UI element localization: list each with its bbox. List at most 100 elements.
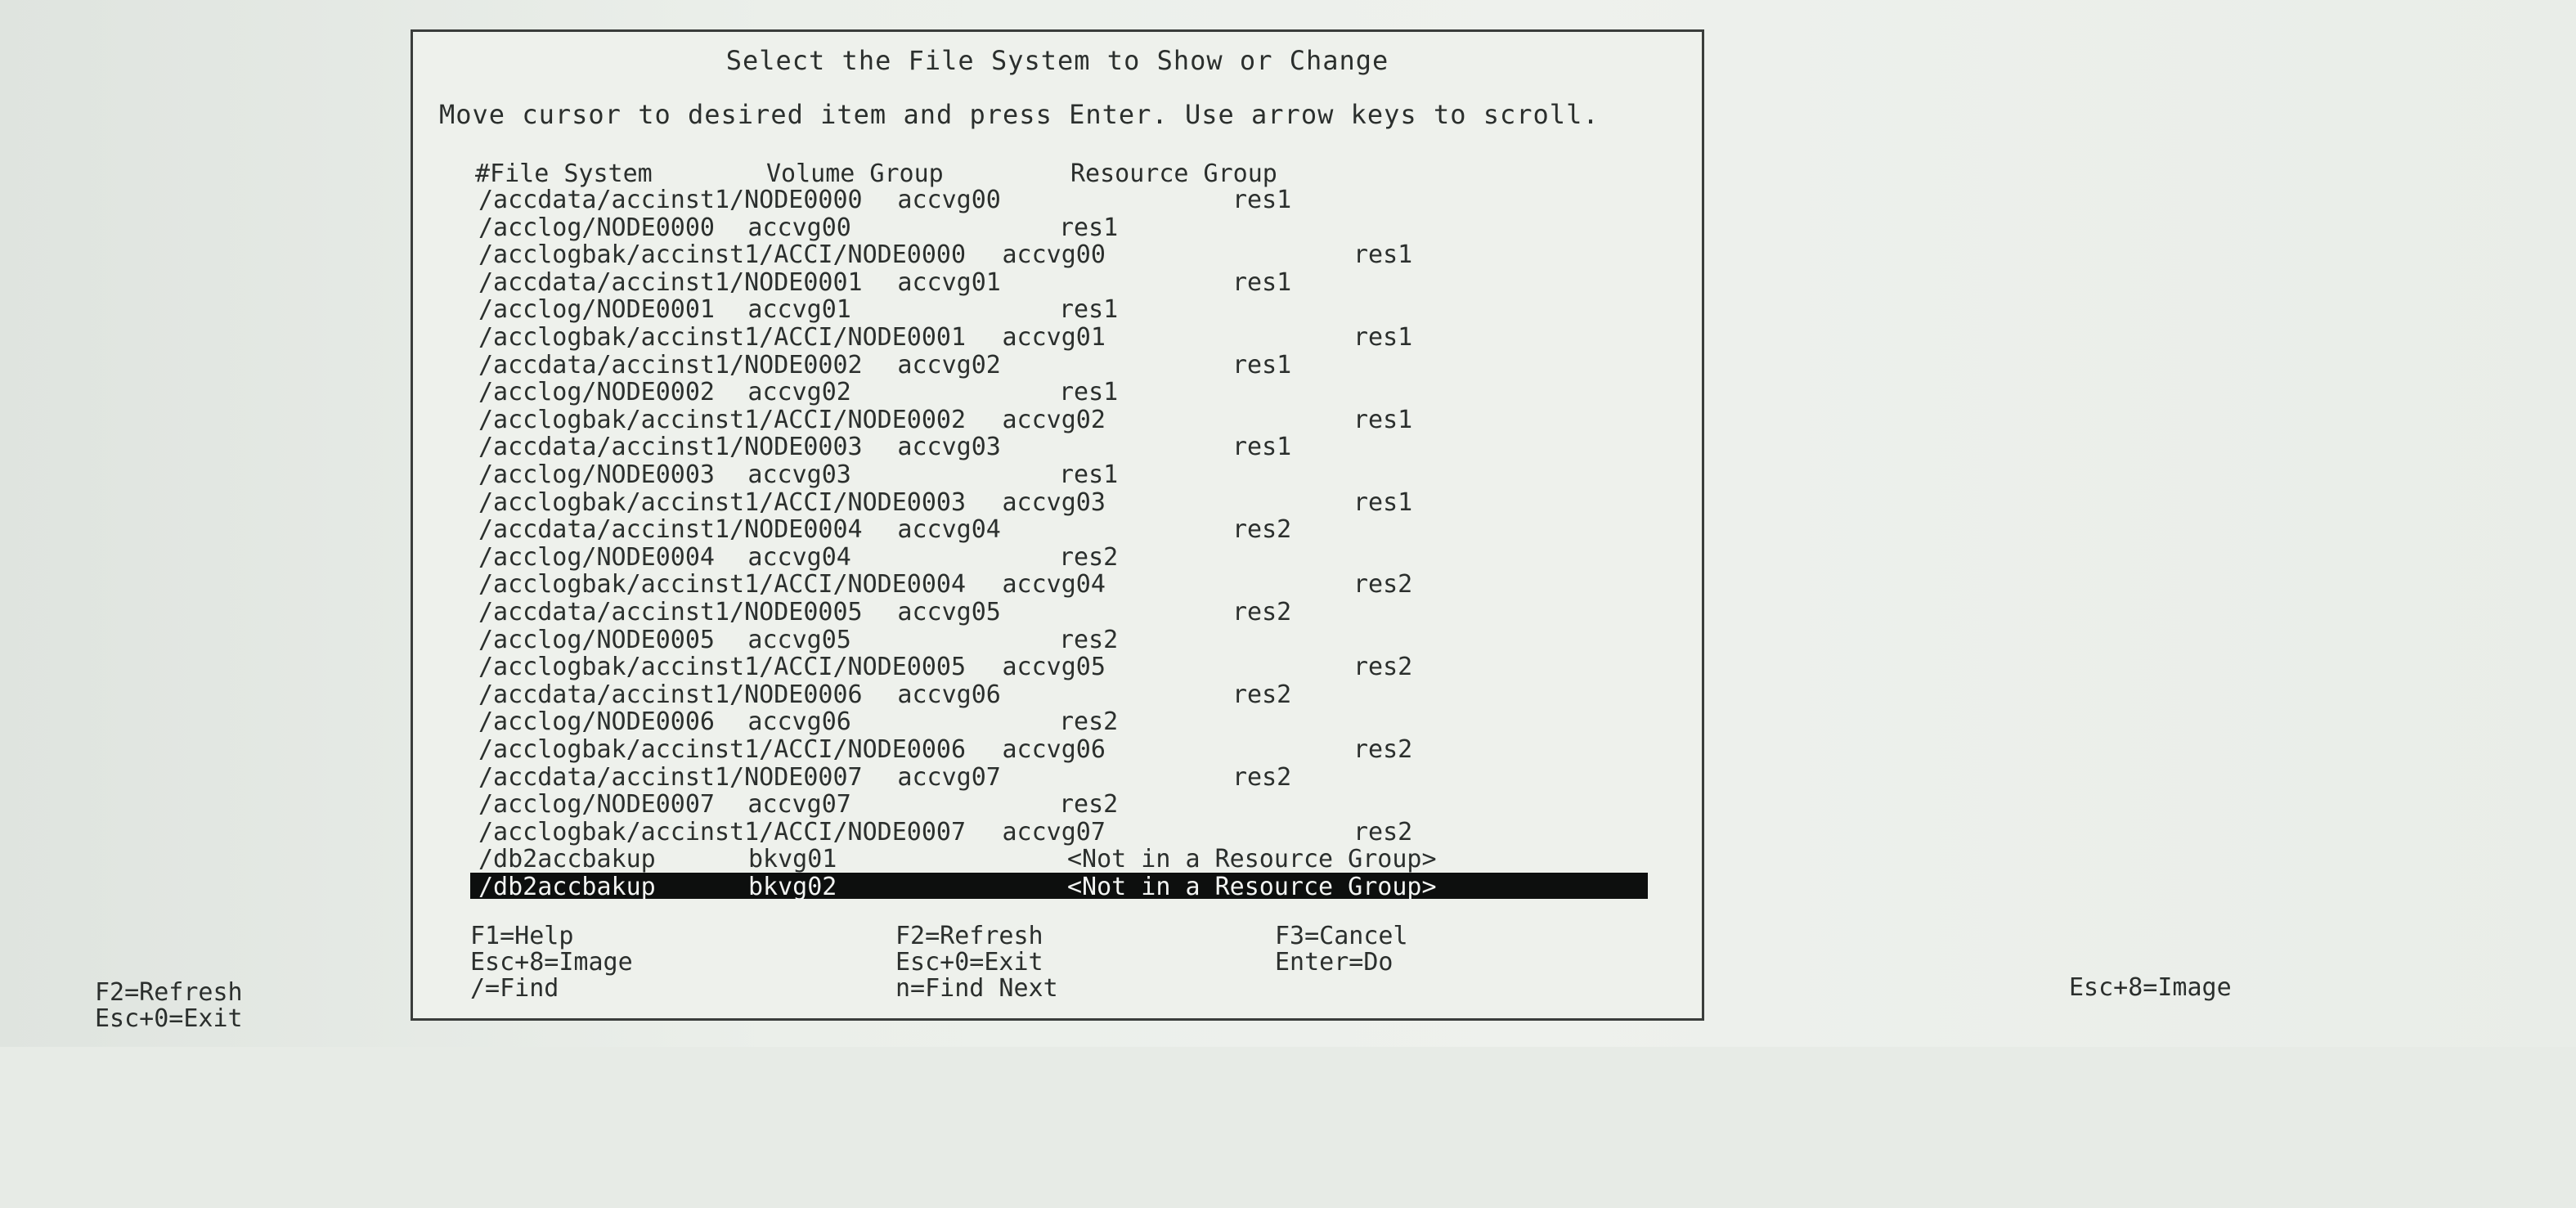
file-system-path: /acclog/NODE0001 <box>478 295 715 325</box>
file-system-row[interactable]: /acclog/NODE0001 accvg01 res1 <box>470 295 1648 325</box>
volume-group-value: bkvg01 <box>748 845 837 874</box>
bg-esc0-exit: Esc+0=Exit <box>95 1004 243 1033</box>
resource-group-value: res1 <box>1353 487 1413 517</box>
file-system-selector-dialog: Select the File System to Show or Change… <box>411 29 1704 1021</box>
file-system-row[interactable]: /accdata/accinst1/NODE0000 accvg00 res1 <box>470 186 1648 214</box>
file-system-row[interactable]: /accdata/accinst1/NODE0001 accvg01 res1 <box>470 267 1648 297</box>
file-system-row[interactable]: /acclogbak/accinst1/ACCI/NODE0000 accvg00… <box>470 240 1648 270</box>
f3-cancel-key[interactable]: F3=Cancel <box>1275 922 1408 950</box>
file-system-row[interactable]: /accdata/accinst1/NODE0005 accvg05 res2 <box>470 598 1648 626</box>
file-system-row[interactable]: /acclogbak/accinst1/ACCI/NODE0001 accvg01… <box>470 323 1648 352</box>
function-key-bar: F1=Help F2=Refresh F3=Cancel Esc+8=Image… <box>470 922 1648 1208</box>
file-system-path: /accdata/accinst1/NODE0000 <box>478 186 863 214</box>
volume-group-value: accvg02 <box>897 350 1001 379</box>
column-header-resource-group: Resource Group <box>1070 159 1277 188</box>
resource-group-value: res2 <box>1059 625 1119 654</box>
esc8-image-key[interactable]: Esc+8=Image <box>470 948 633 977</box>
file-system-row[interactable]: /accdata/accinst1/NODE0007 accvg07 res2 <box>470 762 1648 792</box>
file-system-path: /acclogbak/accinst1/ACCI/NODE0003 <box>478 487 967 517</box>
file-system-row[interactable]: /accdata/accinst1/NODE0004 accvg04 res2 <box>470 515 1648 545</box>
file-system-path: /acclogbak/accinst1/ACCI/NODE0001 <box>478 323 967 352</box>
f2-refresh-key[interactable]: F2=Refresh <box>895 922 1043 950</box>
resource-group-value: res2 <box>1059 707 1119 737</box>
file-system-path: /acclog/NODE0005 <box>478 625 715 654</box>
resource-group-value: res1 <box>1059 295 1119 325</box>
resource-group-value: res2 <box>1232 515 1292 545</box>
file-system-path: /accdata/accinst1/NODE0001 <box>478 267 863 297</box>
column-header-volume-group: Volume Group <box>766 159 944 188</box>
file-system-path: /db2accbakup <box>478 845 656 874</box>
volume-group-value: accvg00 <box>897 186 1001 214</box>
file-system-path: /acclog/NODE0002 <box>478 378 715 407</box>
resource-group-value: res2 <box>1353 653 1413 682</box>
file-system-row[interactable]: /acclog/NODE0003 accvg03 res1 <box>470 460 1648 489</box>
file-system-row[interactable]: /acclog/NODE0007 accvg07 res2 <box>470 790 1648 820</box>
resource-group-value: res1 <box>1059 378 1119 407</box>
file-system-row[interactable]: /acclog/NODE0005 accvg05 res2 <box>470 625 1648 654</box>
file-system-row[interactable]: /acclog/NODE0004 accvg04 res2 <box>470 542 1648 572</box>
resource-group-value: res1 <box>1232 433 1292 462</box>
file-system-row[interactable]: /accdata/accinst1/NODE0003 accvg03 res1 <box>470 433 1648 462</box>
find-key[interactable]: /=Find <box>470 974 559 1003</box>
file-system-path: /acclogbak/accinst1/ACCI/NODE0006 <box>478 735 967 764</box>
file-system-path: /acclog/NODE0003 <box>478 460 715 489</box>
volume-group-value: accvg06 <box>897 680 1001 709</box>
file-system-path: /accdata/accinst1/NODE0006 <box>478 680 863 709</box>
resource-group-value: res1 <box>1232 186 1292 214</box>
file-system-path: /acclogbak/accinst1/ACCI/NODE0004 <box>478 570 967 600</box>
esc0-exit-key[interactable]: Esc+0=Exit <box>895 948 1043 977</box>
file-system-row-selected[interactable]: /db2accbakup bkvg02 <Not in a Resource Gro… <box>470 873 1648 901</box>
resource-group-value: res2 <box>1232 762 1292 792</box>
resource-group-value: <Not in a Resource Group> <box>1067 873 1437 901</box>
resource-group-value: <Not in a Resource Group> <box>1067 845 1437 874</box>
file-system-row[interactable]: /acclog/NODE0000 accvg00 res1 <box>470 213 1648 242</box>
resource-group-value: res2 <box>1059 542 1119 572</box>
volume-group-value: accvg07 <box>747 790 851 820</box>
volume-group-value: accvg01 <box>747 295 851 325</box>
volume-group-value: accvg01 <box>897 267 1001 297</box>
file-system-row[interactable]: /acclogbak/accinst1/ACCI/NODE0003 accvg03… <box>470 487 1648 517</box>
file-system-row[interactable]: /accdata/accinst1/NODE0006 accvg06 res2 <box>470 680 1648 709</box>
resource-group-value: res1 <box>1059 213 1119 242</box>
resource-group-value: res1 <box>1059 460 1119 489</box>
resource-group-value: res2 <box>1232 598 1292 626</box>
resource-group-value: res1 <box>1232 267 1292 297</box>
file-system-row[interactable]: /acclog/NODE0006 accvg06 res2 <box>470 707 1648 737</box>
file-system-path: /accdata/accinst1/NODE0007 <box>478 762 863 792</box>
file-system-path: /accdata/accinst1/NODE0002 <box>478 350 863 379</box>
column-header-file-system: #File System <box>475 159 653 188</box>
dialog-title: Select the File System to Show or Change <box>725 45 1389 76</box>
f1-help-key[interactable]: F1=Help <box>470 922 573 950</box>
file-system-row[interactable]: /db2accbakup bkvg01 <Not in a Resource Gro… <box>470 845 1648 874</box>
file-system-path: /accdata/accinst1/NODE0003 <box>478 433 863 462</box>
file-system-row[interactable]: /accdata/accinst1/NODE0002 accvg02 res1 <box>470 350 1648 379</box>
file-system-path: /acclogbak/accinst1/ACCI/NODE0007 <box>478 817 967 846</box>
volume-group-value: accvg03 <box>1002 487 1106 517</box>
resource-group-value: res1 <box>1232 350 1292 379</box>
file-system-row[interactable]: /acclogbak/accinst1/ACCI/NODE0007 accvg07… <box>470 817 1648 846</box>
resource-group-value: res2 <box>1232 680 1292 709</box>
volume-group-value: accvg04 <box>747 542 851 572</box>
volume-group-value: accvg07 <box>897 762 1001 792</box>
file-system-row[interactable]: /acclogbak/accinst1/ACCI/NODE0005 accvg05… <box>470 653 1648 682</box>
file-system-path: /acclog/NODE0000 <box>478 213 715 242</box>
file-system-row[interactable]: /acclogbak/accinst1/ACCI/NODE0002 accvg02… <box>470 405 1648 434</box>
file-system-row[interactable]: /acclogbak/accinst1/ACCI/NODE0006 accvg06… <box>470 735 1648 764</box>
file-system-path: /acclog/NODE0004 <box>478 542 715 572</box>
volume-group-value: accvg05 <box>1002 653 1106 682</box>
find-next-key[interactable]: n=Find Next <box>895 974 1058 1003</box>
resource-group-value: res2 <box>1353 570 1413 600</box>
file-system-row[interactable]: /acclogbak/accinst1/ACCI/NODE0004 accvg04… <box>470 570 1648 600</box>
volume-group-value: accvg07 <box>1002 817 1106 846</box>
dialog-instruction: Move cursor to desired item and press En… <box>439 99 1600 130</box>
resource-group-value: res1 <box>1353 240 1413 270</box>
volume-group-value: accvg03 <box>747 460 851 489</box>
volume-group-value: accvg01 <box>1002 323 1106 352</box>
file-system-row[interactable]: /acclog/NODE0002 accvg02 res1 <box>470 378 1648 407</box>
resource-group-value: res2 <box>1059 790 1119 820</box>
resource-group-value: res1 <box>1353 405 1413 434</box>
enter-do-key[interactable]: Enter=Do <box>1275 948 1393 977</box>
volume-group-value: accvg06 <box>747 707 851 737</box>
volume-group-value: accvg02 <box>1002 405 1106 434</box>
resource-group-value: res2 <box>1353 817 1413 846</box>
